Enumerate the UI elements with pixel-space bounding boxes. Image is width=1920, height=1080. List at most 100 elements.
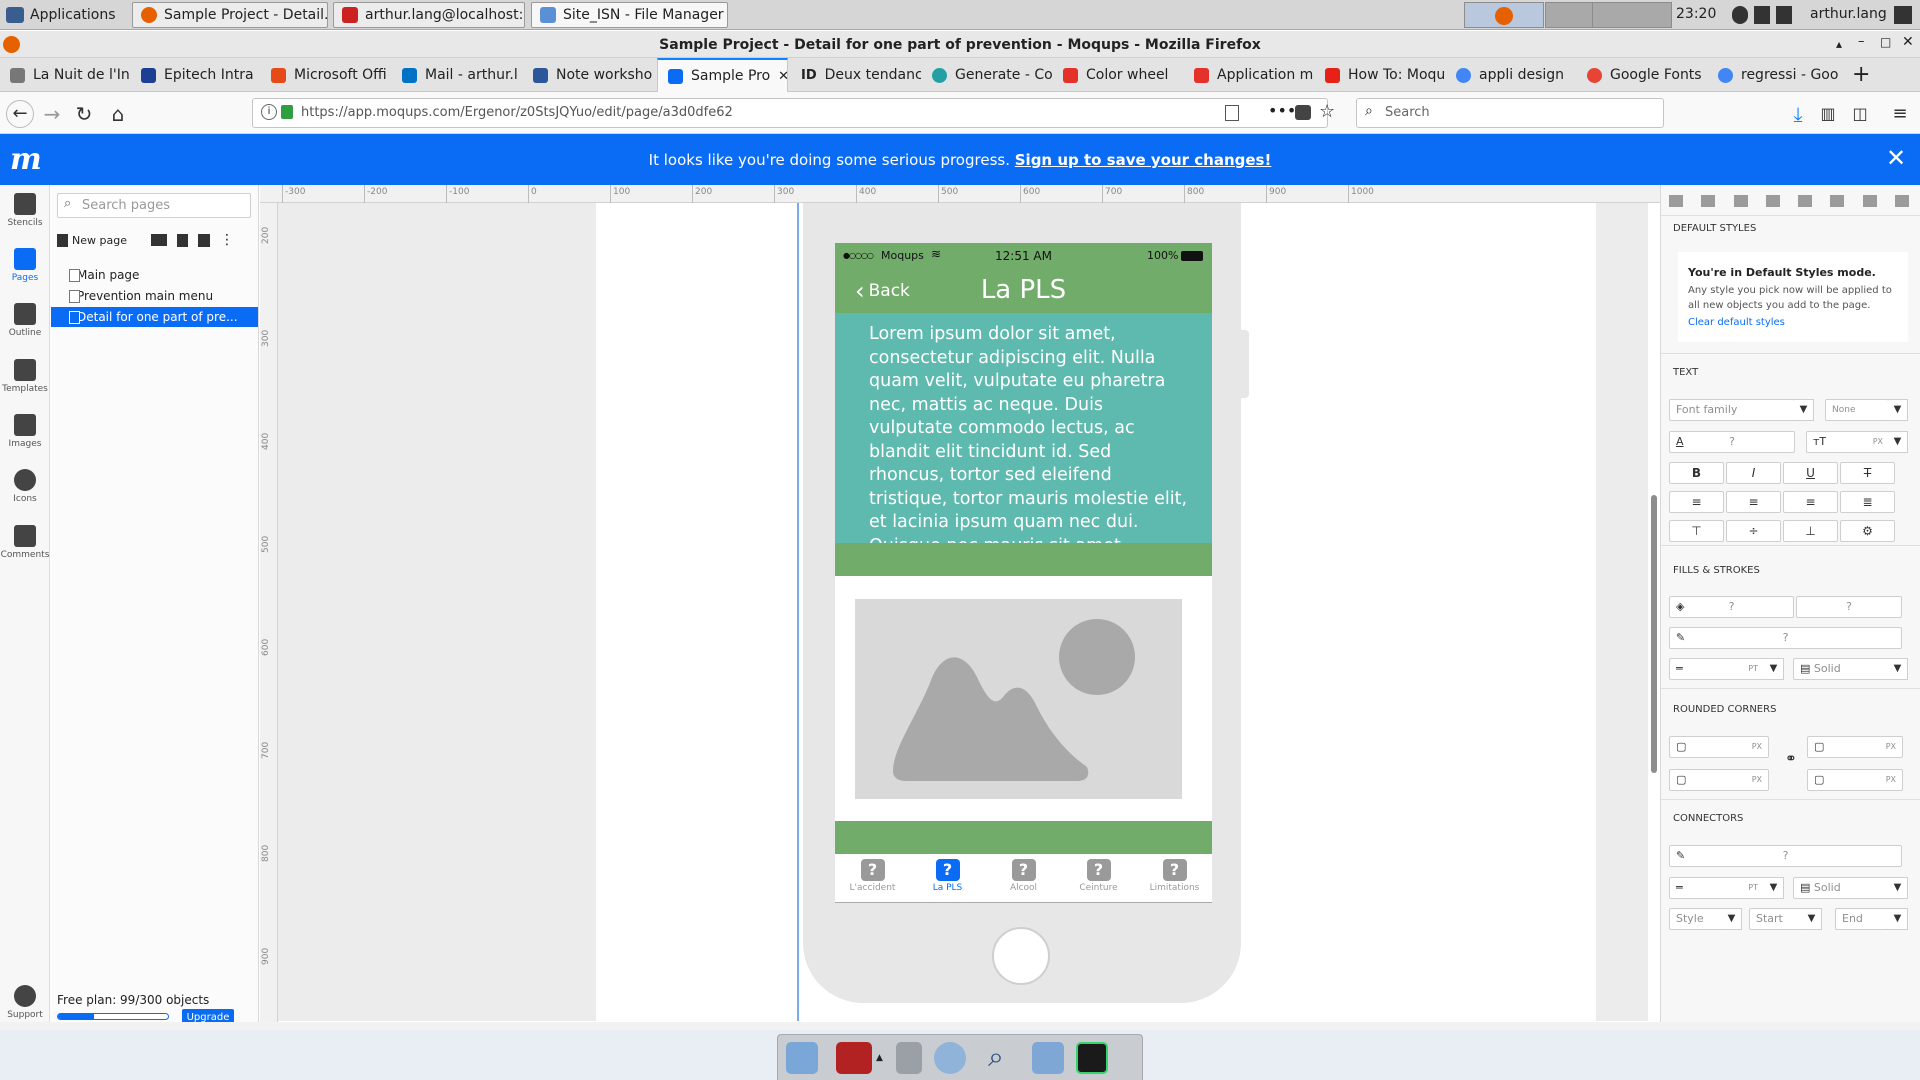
chevron-down-icon[interactable]: ▼ xyxy=(1764,877,1784,899)
download-icon[interactable]: ⤓ xyxy=(1784,100,1812,128)
fill-color-field[interactable]: ◈ ? xyxy=(1669,596,1794,618)
browser-tab[interactable]: appli design xyxy=(1446,58,1577,92)
stroke-color-field[interactable]: ✎ ? xyxy=(1669,627,1902,649)
tab-ceinture[interactable]: ? Ceinture xyxy=(1061,857,1136,893)
network-icon[interactable] xyxy=(1754,6,1770,24)
clock[interactable]: 23:20 xyxy=(1676,6,1716,22)
align-top-icon[interactable] xyxy=(1765,195,1780,207)
browser-tab[interactable]: Mail - arthur.l xyxy=(392,58,523,92)
font-weight-select[interactable]: None xyxy=(1825,399,1889,421)
task-firefox[interactable]: Sample Project - Detail... xyxy=(132,2,328,28)
connector-style-select[interactable]: ▤ Solid xyxy=(1793,877,1890,899)
rail-images[interactable]: Images xyxy=(0,414,50,449)
workspace-1[interactable] xyxy=(1464,2,1544,28)
italic-button[interactable]: I xyxy=(1726,462,1781,484)
task-terminal[interactable]: arthur.lang@localhost: ... xyxy=(333,2,525,28)
connector-width-field[interactable]: ═ PT xyxy=(1669,877,1765,899)
text-color-field[interactable]: A ? xyxy=(1669,431,1795,453)
phone-screen[interactable]: ●○○○○ Moqups ≋ 12:51 AM 100% ‹ Back La P… xyxy=(835,243,1212,903)
close-tab-icon[interactable]: ✕ xyxy=(778,69,787,84)
valign-bottom-icon[interactable]: ⊥ xyxy=(1783,520,1838,542)
url-text[interactable]: https://app.moqups.com/Ergenor/z0StsJQYu… xyxy=(301,105,733,120)
align-right-icon[interactable] xyxy=(1733,195,1748,207)
guide-line[interactable] xyxy=(797,203,799,1021)
user-name[interactable]: arthur.lang xyxy=(1810,6,1887,22)
close-banner-icon[interactable]: ✕ xyxy=(1886,144,1906,172)
browser-tab[interactable]: How To: Moqu xyxy=(1315,58,1446,92)
tab-l-accident[interactable]: ? L'accident xyxy=(835,857,910,893)
workspace-4[interactable] xyxy=(1592,2,1672,28)
align-middle-icon[interactable] xyxy=(1798,195,1813,207)
tab-alcool[interactable]: ? Alcool xyxy=(986,857,1061,893)
signup-link[interactable]: Sign up to save your changes! xyxy=(1015,151,1272,169)
chevron-down-icon[interactable]: ▼ xyxy=(1888,658,1908,680)
text-align-center-icon[interactable]: ≡ xyxy=(1726,491,1781,513)
battery-icon[interactable] xyxy=(1776,6,1792,24)
menu-icon[interactable]: ≡ xyxy=(1886,100,1914,128)
font-size-field[interactable]: ᴛT PX xyxy=(1806,431,1890,453)
chevron-down-icon[interactable]: ▼ xyxy=(1888,908,1908,930)
search-pages-input[interactable]: ⌕ Search pages xyxy=(57,193,251,218)
browser-tab[interactable]: ID Deux tendanc xyxy=(791,58,922,92)
delete-icon[interactable] xyxy=(176,233,188,247)
terminal-icon[interactable] xyxy=(836,1042,872,1074)
valign-middle-icon[interactable]: ÷ xyxy=(1726,520,1781,542)
rail-comments[interactable]: Comments xyxy=(0,525,50,560)
chevron-down-icon[interactable]: ▼ xyxy=(1888,399,1908,421)
text-align-right-icon[interactable]: ≡ xyxy=(1783,491,1838,513)
browser-tab[interactable]: Epitech Intra xyxy=(131,58,261,92)
pocket-icon[interactable] xyxy=(1295,105,1311,120)
new-tab-icon[interactable]: + xyxy=(1852,62,1870,87)
rail-outline[interactable]: Outline xyxy=(0,303,50,338)
align-bottom-icon[interactable] xyxy=(1830,195,1845,207)
connector-start-select[interactable]: Start xyxy=(1749,908,1803,930)
tab-limitations[interactable]: ? Limitations xyxy=(1137,857,1212,893)
font-family-select[interactable]: Font family xyxy=(1669,399,1795,421)
clion-icon[interactable] xyxy=(1076,1042,1108,1074)
rail-pages[interactable]: Pages xyxy=(0,248,50,283)
reader-view-icon[interactable] xyxy=(1225,105,1239,121)
search-input[interactable]: ⌕ Search xyxy=(1356,98,1664,128)
browser-tab[interactable]: Color wheel xyxy=(1053,58,1184,92)
chevron-down-icon[interactable]: ▼ xyxy=(1888,877,1908,899)
info-icon[interactable]: i xyxy=(261,104,277,120)
link-corners-icon[interactable]: ⚭ xyxy=(1785,751,1797,767)
bookmark-star-icon[interactable]: ☆ xyxy=(1319,101,1335,122)
connector-line-style-select[interactable]: Style xyxy=(1669,908,1723,930)
browser-tab[interactable]: Application m xyxy=(1184,58,1315,92)
clear-default-styles-link[interactable]: Clear default styles xyxy=(1688,317,1785,328)
page-item[interactable]: Prevention main menu xyxy=(51,286,258,306)
show-desktop-icon[interactable] xyxy=(786,1042,818,1074)
maximize-icon[interactable]: □ xyxy=(1880,35,1891,49)
browser-tab[interactable]: regressi - Goo xyxy=(1708,58,1839,92)
url-bar[interactable]: i https://app.moqups.com/Ergenor/z0StsJQ… xyxy=(252,98,1335,128)
applications-menu[interactable]: Applications xyxy=(6,4,116,26)
bluetooth-icon[interactable] xyxy=(1732,6,1748,24)
stroke-width-field[interactable]: ═ PT xyxy=(1669,658,1765,680)
tab-la-pls[interactable]: ? La PLS xyxy=(910,857,985,893)
task-file-manager[interactable]: Site_ISN - File Manager xyxy=(531,2,728,28)
rail-icons[interactable]: Icons xyxy=(0,469,50,504)
connector-end-select[interactable]: End xyxy=(1835,908,1889,930)
vertical-scrollbar[interactable] xyxy=(1651,495,1657,773)
file-cabinet-icon[interactable] xyxy=(896,1042,922,1074)
stroke-style-select[interactable]: ▤ Solid xyxy=(1793,658,1890,680)
forward-icon[interactable]: → xyxy=(38,100,66,128)
sidebar-icon[interactable]: ◫ xyxy=(1846,100,1874,128)
chevron-down-icon[interactable]: ▼ xyxy=(1794,399,1814,421)
volume-icon[interactable] xyxy=(1894,6,1912,24)
distribute-horizontal-icon[interactable] xyxy=(1862,195,1877,207)
gear-icon[interactable]: ⚙ xyxy=(1840,520,1895,542)
corner-top-left-field[interactable]: ▢ PX xyxy=(1669,736,1769,758)
search-icon[interactable]: ⌕ xyxy=(980,1042,1012,1074)
corner-bottom-left-field[interactable]: ▢ PX xyxy=(1669,769,1769,791)
browser-tab[interactable]: Google Fonts xyxy=(1577,58,1708,92)
chevron-down-icon[interactable]: ▼ xyxy=(1764,658,1784,680)
connector-color-field[interactable]: ✎ ? xyxy=(1669,845,1902,867)
rail-templates[interactable]: Templates xyxy=(0,359,50,394)
browser-tab[interactable]: La Nuit de l'In xyxy=(0,58,131,92)
chevron-down-icon[interactable]: ▼ xyxy=(1888,431,1908,453)
distribute-vertical-icon[interactable] xyxy=(1894,195,1909,207)
window-up-icon[interactable]: ▴ xyxy=(1836,37,1842,51)
text-align-left-icon[interactable]: ≡ xyxy=(1669,491,1724,513)
